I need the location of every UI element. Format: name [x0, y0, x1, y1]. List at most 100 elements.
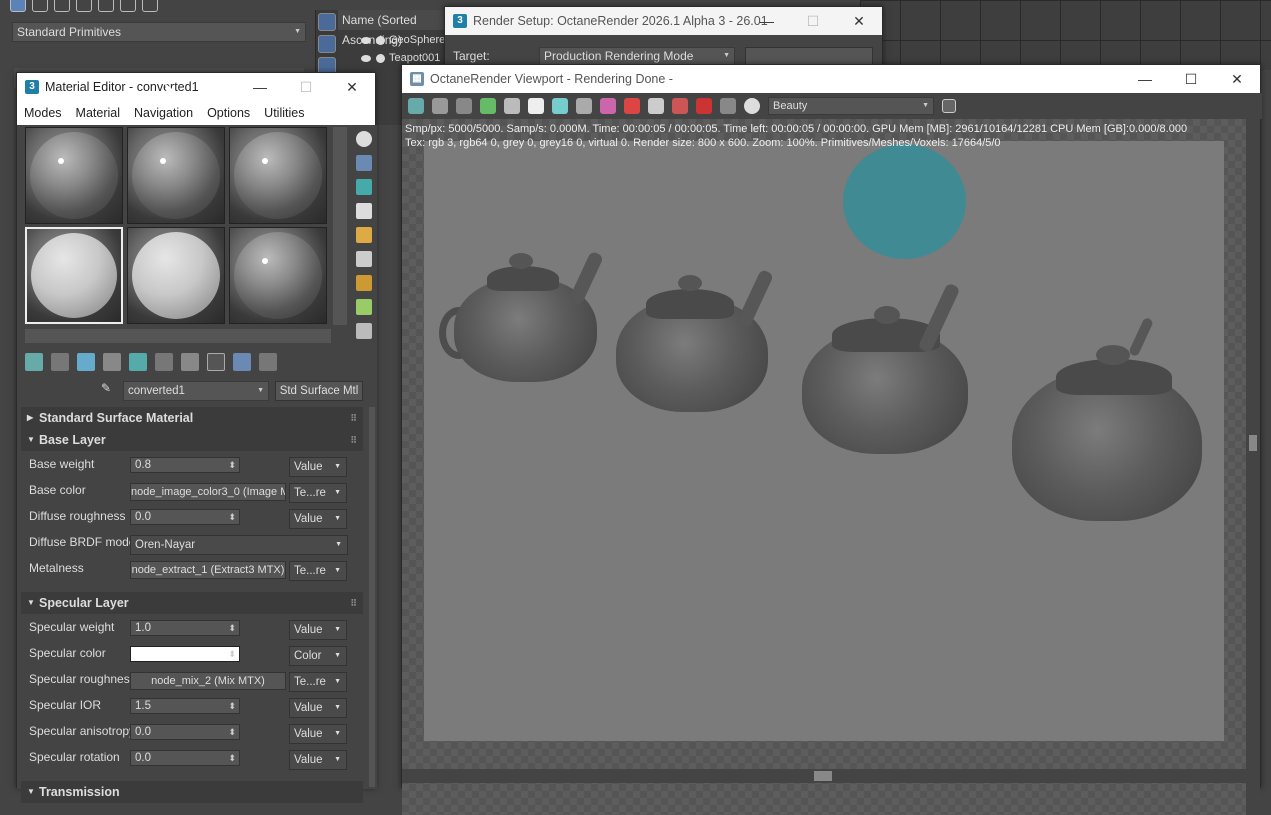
ab-compare-icon[interactable] — [456, 98, 472, 114]
material-map-navigator-icon[interactable] — [356, 323, 372, 339]
go-to-parent-icon[interactable] — [259, 353, 277, 371]
delete-icon[interactable] — [103, 353, 121, 371]
param-mode-dropdown[interactable]: Value — [289, 620, 347, 640]
restart-icon[interactable] — [480, 98, 496, 114]
params-scrollbar[interactable] — [369, 407, 375, 787]
param-dropdown[interactable]: Oren-Nayar — [130, 535, 348, 555]
get-material-icon[interactable] — [25, 353, 43, 371]
visibility-eye-icon[interactable] — [361, 55, 371, 62]
material-type-button[interactable]: Std Surface Mtl — [275, 381, 363, 401]
assign-to-selection-icon[interactable] — [77, 353, 95, 371]
autofocus-icon[interactable] — [576, 98, 592, 114]
menu-modes[interactable]: Modes — [17, 106, 69, 120]
scene-row[interactable]: GeoSphere — [358, 32, 445, 49]
shapes-icon[interactable] — [32, 0, 48, 12]
material-editor-titlebar[interactable]: 3 Material Editor - converted1 — ☐ ✕ — [17, 73, 375, 101]
select-by-material-icon[interactable] — [356, 299, 372, 315]
param-mode-dropdown[interactable]: Value — [289, 750, 347, 770]
region-icon[interactable] — [648, 98, 664, 114]
stop-icon[interactable] — [624, 98, 640, 114]
target-dropdown[interactable]: Production Rendering Mode — [539, 47, 735, 65]
specular-layer-rollout[interactable]: Specular Layer⠿ — [21, 592, 363, 614]
primitives-dropdown[interactable]: Standard Primitives — [12, 22, 306, 42]
param-spinner[interactable]: 0.0 — [130, 724, 240, 740]
display-shapes-icon[interactable] — [318, 35, 336, 53]
standard-surface-rollout[interactable]: Standard Surface Material⠿ — [21, 407, 363, 429]
menu-options[interactable]: Options — [200, 106, 257, 120]
slots-horizontal-scrollbar[interactable] — [25, 329, 331, 343]
settings-gear-icon[interactable] — [744, 98, 760, 114]
menu-utilities[interactable]: Utilities — [257, 106, 311, 120]
param-mode-dropdown[interactable]: Value — [289, 509, 347, 529]
maximize-icon[interactable]: ☐ — [283, 73, 329, 101]
base-layer-rollout[interactable]: Base Layer⠿ — [21, 429, 363, 451]
menu-navigation[interactable]: Navigation — [127, 106, 200, 120]
maximize-icon[interactable]: ☐ — [790, 7, 836, 35]
video-color-check-icon[interactable] — [356, 227, 372, 243]
lock-icon[interactable] — [504, 98, 520, 114]
param-mode-dropdown[interactable]: Te...re — [289, 672, 347, 692]
render-setup-titlebar[interactable]: 3 Render Setup: OctaneRender 2026.1 Alph… — [445, 7, 882, 35]
visibility-eye-icon[interactable] — [361, 37, 371, 44]
minimize-icon[interactable]: — — [237, 73, 283, 101]
cameras-icon[interactable] — [76, 0, 92, 12]
sample-slot[interactable] — [127, 127, 225, 224]
octane-viewport-titlebar[interactable]: ▦ OctaneRender Viewport - Rendering Done… — [402, 65, 1260, 93]
sample-slot[interactable] — [229, 127, 327, 224]
render-pass-dropdown[interactable]: Beauty — [768, 97, 934, 115]
sample-slot[interactable] — [25, 127, 123, 224]
minimize-icon[interactable]: — — [744, 7, 790, 35]
lights-icon[interactable] — [54, 0, 70, 12]
param-map-button[interactable]: node_mix_2 (Mix MTX) — [130, 672, 286, 690]
display-geometry-icon[interactable] — [318, 13, 336, 31]
name-column-header[interactable]: Name (Sorted Ascending) — [338, 10, 451, 47]
systems-icon[interactable] — [142, 0, 158, 12]
make-unique-icon[interactable] — [129, 353, 147, 371]
options-icon[interactable] — [356, 275, 372, 291]
scroll-thumb[interactable] — [814, 771, 832, 781]
param-spinner[interactable]: 0.0 — [130, 509, 240, 525]
backlight-icon[interactable] — [356, 155, 372, 171]
param-spinner[interactable]: 0.8 — [130, 457, 240, 473]
param-spinner[interactable]: 1.5 — [130, 698, 240, 714]
pause-icon[interactable] — [528, 98, 544, 114]
freeze-dot-icon[interactable] — [376, 54, 385, 63]
close-icon[interactable]: ✕ — [1214, 65, 1260, 93]
vertical-scrollbar[interactable] — [1246, 119, 1260, 815]
param-color-swatch[interactable] — [130, 646, 240, 662]
slots-vertical-scrollbar[interactable] — [333, 127, 347, 325]
show-end-result-icon[interactable] — [233, 353, 251, 371]
param-spinner[interactable]: 1.0 — [130, 620, 240, 636]
send-scene-icon[interactable] — [408, 98, 424, 114]
close-icon[interactable]: ✕ — [329, 73, 375, 101]
param-mode-dropdown[interactable]: Te...re — [289, 561, 347, 581]
sample-slot-selected[interactable] — [25, 227, 123, 324]
close-icon[interactable]: ✕ — [836, 7, 882, 35]
maximize-icon[interactable]: ☐ — [1168, 65, 1214, 93]
param-map-button[interactable]: node_extract_1 (Extract3 MTX) — [130, 561, 286, 579]
param-mode-dropdown[interactable]: Value — [289, 698, 347, 718]
geometry-icon[interactable] — [10, 0, 26, 12]
helpers-icon[interactable] — [98, 0, 114, 12]
param-spinner[interactable]: 0.0 — [130, 750, 240, 766]
material-id-channel-icon[interactable] — [181, 353, 199, 371]
put-to-scene-icon[interactable] — [51, 353, 69, 371]
param-map-button[interactable]: node_image_color3_0 (Image MTX) — [130, 483, 286, 501]
sample-type-sphere-icon[interactable] — [356, 131, 372, 147]
color-picker-icon[interactable] — [600, 98, 616, 114]
sample-uv-tiling-icon[interactable] — [356, 203, 372, 219]
param-mode-dropdown[interactable]: Te...re — [289, 483, 347, 503]
param-mode-dropdown[interactable]: Color — [289, 646, 347, 666]
menu-material[interactable]: Material — [69, 106, 127, 120]
scroll-thumb[interactable] — [1249, 435, 1257, 451]
film-region-icon[interactable] — [672, 98, 688, 114]
refresh-icon[interactable] — [552, 98, 568, 114]
sample-slot[interactable] — [229, 227, 327, 324]
camera-icon[interactable] — [696, 98, 712, 114]
render-canvas[interactable] — [402, 119, 1248, 815]
spacewarps-icon[interactable] — [120, 0, 136, 12]
param-mode-dropdown[interactable]: Value — [289, 457, 347, 477]
param-mode-dropdown[interactable]: Value — [289, 724, 347, 744]
eyedropper-icon[interactable]: ✎ — [101, 381, 111, 395]
fit-icon[interactable] — [942, 99, 956, 113]
